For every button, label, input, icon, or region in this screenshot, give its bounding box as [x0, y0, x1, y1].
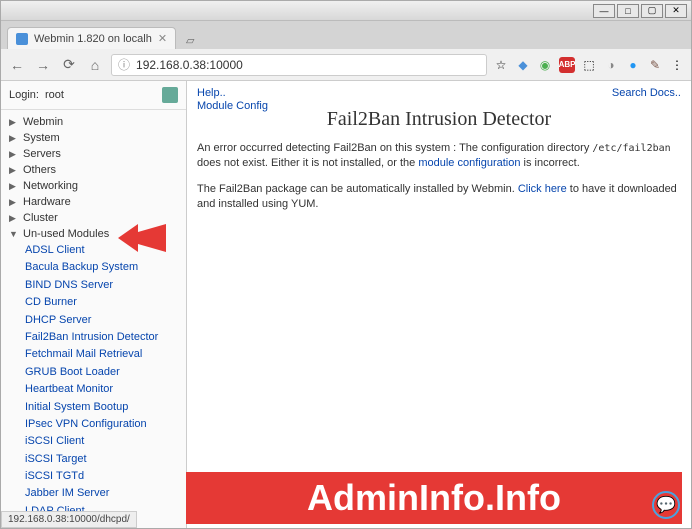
tree-category[interactable]: Cluster — [1, 210, 186, 226]
browser-tab[interactable]: Webmin 1.820 on localh ✕ — [7, 27, 176, 49]
tree-category[interactable]: Servers — [1, 146, 186, 162]
ext-icon-5[interactable]: ● — [625, 57, 641, 73]
chevron-right-icon — [9, 149, 19, 160]
chevron-right-icon — [9, 181, 19, 192]
tab-close-icon[interactable]: ✕ — [158, 32, 167, 45]
sidebar: Login: root Webmin System Servers Others Net… — [1, 81, 187, 528]
search-docs-link[interactable]: Search Docs.. — [612, 87, 681, 112]
ext-icon-6[interactable]: ✎ — [647, 57, 663, 73]
browser-status-bar: 192.168.0.38:10000/dhcpd/ — [1, 511, 137, 528]
info-icon: ⓘ — [118, 56, 130, 73]
ext-icon-1[interactable]: ◆ — [515, 57, 531, 73]
module-link[interactable]: ADSL Client — [21, 242, 186, 259]
page-title: Fail2Ban Intrusion Detector — [197, 108, 681, 131]
module-config-link[interactable]: Module Config — [197, 100, 268, 112]
tree-category-label: Others — [23, 164, 56, 176]
help-bubble-icon[interactable]: 💬 — [652, 491, 680, 519]
tree-category[interactable]: Hardware — [1, 194, 186, 210]
login-label: Login: — [9, 89, 39, 101]
home-button[interactable]: ⌂ — [85, 55, 105, 75]
tree-category[interactable]: Networking — [1, 178, 186, 194]
tree-category-label: Webmin — [23, 116, 63, 128]
category-tree: Webmin System Servers Others Networking Hardw… — [1, 110, 186, 528]
tab-title: Webmin 1.820 on localh — [34, 33, 152, 45]
chevron-down-icon — [9, 229, 19, 239]
ext-icon-3[interactable]: ⬚ — [581, 57, 597, 73]
tree-category-label: Servers — [23, 148, 61, 160]
module-link[interactable]: Initial System Bootup — [21, 399, 186, 416]
chevron-right-icon — [9, 165, 19, 176]
help-link[interactable]: Help.. — [197, 87, 268, 99]
module-configuration-link[interactable]: module configuration — [418, 157, 520, 169]
module-link[interactable]: iSCSI Client — [21, 433, 186, 450]
window-maximize-button[interactable]: □ — [617, 4, 639, 18]
chevron-right-icon — [9, 133, 19, 144]
main-content: Help.. Module Config Search Docs.. Fail2… — [187, 81, 691, 528]
module-link[interactable]: IPsec VPN Configuration — [21, 416, 186, 433]
module-link[interactable]: DHCP Server — [21, 312, 186, 329]
module-link[interactable]: Jabber IM Server — [21, 485, 186, 502]
module-link[interactable]: Heartbeat Monitor — [21, 381, 186, 398]
url-input[interactable]: ⓘ 192.168.0.38:10000 — [111, 54, 487, 76]
adblock-icon[interactable]: ABP — [559, 57, 575, 73]
tree-category[interactable]: Webmin — [1, 114, 186, 130]
reload-button[interactable]: ⟳ — [59, 55, 79, 75]
module-link[interactable]: BIND DNS Server — [21, 277, 186, 294]
chevron-right-icon — [9, 117, 19, 128]
module-link[interactable]: iSCSI TGTd — [21, 468, 186, 485]
module-link[interactable]: Bacula Backup System — [21, 259, 186, 276]
extension-icons: ☆ ◆ ◉ ABP ⬚ ◑ ● ✎ ⋮ — [493, 57, 685, 73]
window-minimize-button[interactable]: — — [593, 4, 615, 18]
module-link[interactable]: Fetchmail Mail Retrieval — [21, 346, 186, 363]
module-link[interactable]: CD Burner — [21, 294, 186, 311]
module-link[interactable]: GRUB Boot Loader — [21, 364, 186, 381]
forward-button[interactable]: → — [33, 55, 53, 75]
tree-category-label: Cluster — [23, 212, 58, 224]
click-here-link[interactable]: Click here — [518, 183, 567, 195]
back-button[interactable]: ← — [7, 55, 27, 75]
config-path: /etc/fail2ban — [592, 143, 670, 154]
chevron-right-icon — [9, 197, 19, 208]
module-link[interactable]: iSCSI Target — [21, 451, 186, 468]
tree-category[interactable]: Un-used Modules — [1, 226, 186, 242]
tree-category-label: Un-used Modules — [23, 228, 109, 240]
address-bar: ← → ⟳ ⌂ ⓘ 192.168.0.38:10000 ☆ ◆ ◉ ABP ⬚… — [1, 49, 691, 81]
tree-category-label: Hardware — [23, 196, 71, 208]
window-maximize2-button[interactable]: ▢ — [641, 4, 663, 18]
window-title-bar: — □ ▢ ✕ — [1, 1, 691, 21]
window-close-button[interactable]: ✕ — [665, 4, 687, 18]
star-icon[interactable]: ☆ — [493, 57, 509, 73]
ext-icon-4[interactable]: ◑ — [603, 57, 619, 73]
module-link[interactable]: Fail2Ban Intrusion Detector — [21, 329, 186, 346]
favicon-icon — [16, 33, 28, 45]
tree-category[interactable]: System — [1, 130, 186, 146]
tree-category-label: System — [23, 132, 60, 144]
install-message: The Fail2Ban package can be automaticall… — [197, 182, 681, 213]
tree-category-label: Networking — [23, 180, 78, 192]
browser-tab-bar: Webmin 1.820 on localh ✕ ▱ — [1, 21, 691, 49]
watermark-banner: AdminInfo.Info — [186, 472, 682, 524]
chevron-right-icon — [9, 213, 19, 224]
ext-icon-2[interactable]: ◉ — [537, 57, 553, 73]
url-text: 192.168.0.38:10000 — [136, 58, 243, 72]
login-user: root — [45, 89, 64, 101]
login-row: Login: root — [1, 81, 186, 110]
login-status-icon — [162, 87, 178, 103]
error-message: An error occurred detecting Fail2Ban on … — [197, 141, 681, 172]
tree-category[interactable]: Others — [1, 162, 186, 178]
menu-icon[interactable]: ⋮ — [669, 57, 685, 73]
new-tab-button[interactable]: ▱ — [182, 32, 198, 49]
